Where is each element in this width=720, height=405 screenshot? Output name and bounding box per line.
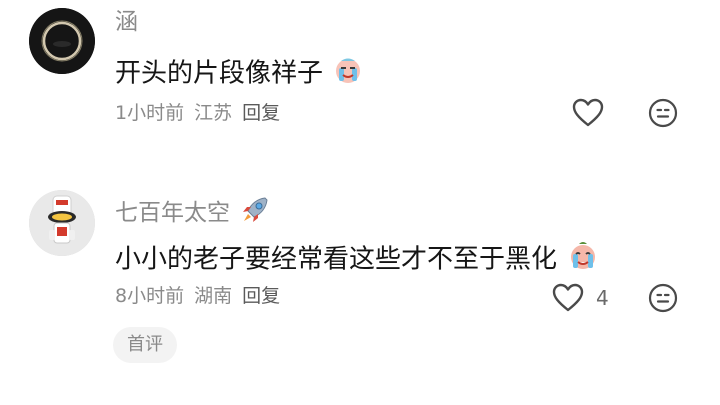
comment-text: 小小的老子要经常看这些才不至于黑化 xyxy=(115,240,599,280)
like-count: 4 xyxy=(596,286,609,310)
emoji-react-button[interactable] xyxy=(647,281,679,315)
comment-time: 1小时前 xyxy=(115,102,185,124)
comment-location: 江苏 xyxy=(194,102,233,124)
avatar-image xyxy=(29,190,95,256)
emoji-face-icon xyxy=(648,283,678,313)
heart-icon xyxy=(552,283,584,312)
like-button[interactable]: 4 xyxy=(552,281,609,315)
heart-icon xyxy=(572,98,604,127)
comment-text-body: 小小的老子要经常看这些才不至于黑化 xyxy=(115,244,558,275)
avatar[interactable] xyxy=(29,8,95,74)
reply-button[interactable]: 回复 xyxy=(242,102,280,124)
username-text: 七百年太空 xyxy=(115,200,230,226)
avatar[interactable] xyxy=(29,190,95,256)
comment-location: 湖南 xyxy=(194,285,233,307)
emoji-react-button[interactable] xyxy=(647,96,679,130)
avatar-image xyxy=(29,8,95,74)
comment-item-2: 七百年太空 小小的老子要经常看这些才不至于黑化 8小时前 湖南 回复 4 xyxy=(0,186,720,326)
crying-face-emoji-icon xyxy=(567,240,599,280)
comment-time: 8小时前 xyxy=(115,285,185,307)
comment-text: 开头的片段像祥子 xyxy=(115,55,363,93)
emoji-face-icon xyxy=(648,98,678,128)
crying-face-emoji-icon xyxy=(333,55,363,93)
comment-meta: 8小时前 湖南 回复 xyxy=(115,284,280,308)
username[interactable]: 涵 xyxy=(115,8,138,36)
comment-text-body: 开头的片段像祥子 xyxy=(115,58,324,89)
username[interactable]: 七百年太空 xyxy=(115,194,271,233)
like-button[interactable] xyxy=(572,96,604,130)
comment-item-1: 涵 开头的片段像祥子 1小时前 江苏 回复 xyxy=(0,0,720,160)
rocket-emoji-icon xyxy=(239,194,271,233)
reply-button[interactable]: 回复 xyxy=(242,285,280,307)
first-comment-tag: 首评 xyxy=(113,327,177,363)
comment-meta: 1小时前 江苏 回复 xyxy=(115,101,280,125)
